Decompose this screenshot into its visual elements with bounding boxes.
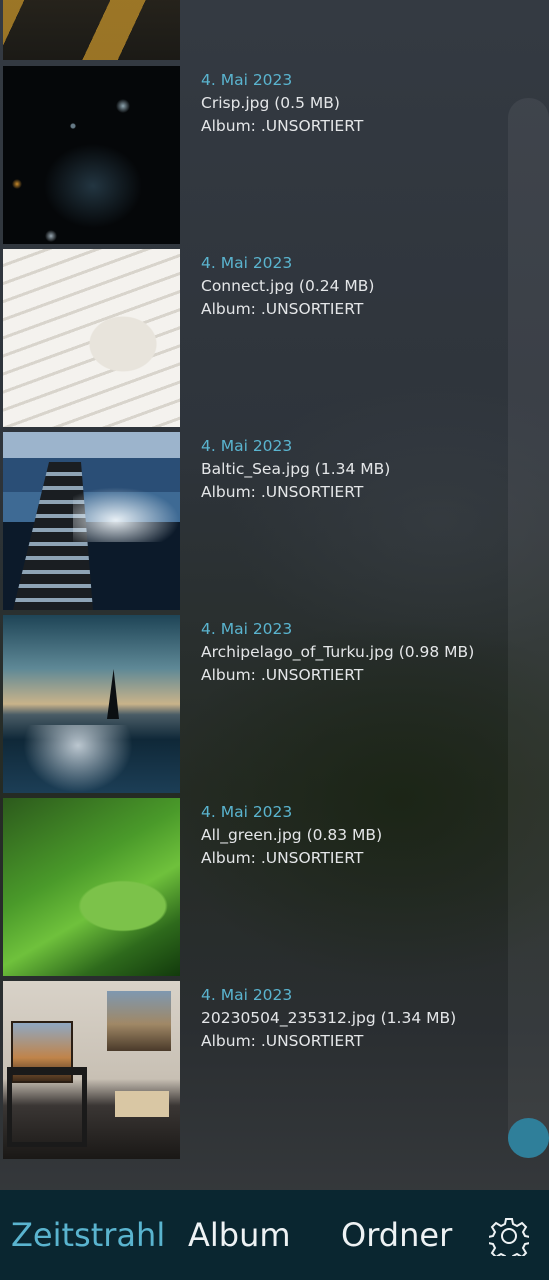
list-item[interactable]: 4. Mai 2023 All_green.jpg (0.83 MB) Albu… <box>0 798 549 976</box>
photo-timeline-list[interactable]: 4. Mai 2023 Crisp.jpg (0.5 MB) Album: .U… <box>0 0 549 1190</box>
scrollbar-handle[interactable] <box>508 1118 549 1158</box>
tab-album[interactable]: Album <box>188 1215 291 1255</box>
list-item[interactable]: 4. Mai 2023 Archipelago_of_Turku.jpg (0.… <box>0 615 549 793</box>
item-meta: 4. Mai 2023 Connect.jpg (0.24 MB) Album:… <box>201 252 374 321</box>
item-album: Album: .UNSORTIERT <box>201 117 364 135</box>
item-album: Album: .UNSORTIERT <box>201 300 364 318</box>
item-date: 4. Mai 2023 <box>201 620 293 638</box>
list-item[interactable]: 4. Mai 2023 Crisp.jpg (0.5 MB) Album: .U… <box>0 66 549 244</box>
thumbnail[interactable] <box>3 615 180 793</box>
item-meta: 4. Mai 2023 20230504_235312.jpg (1.34 MB… <box>201 984 456 1053</box>
thumbnail-partial[interactable] <box>3 0 180 60</box>
thumbnail[interactable] <box>3 798 180 976</box>
thumbnail-detail <box>23 725 133 793</box>
thumbnail-detail <box>115 1091 169 1117</box>
thumbnail-detail <box>73 487 180 542</box>
item-album: Album: .UNSORTIERT <box>201 849 364 867</box>
item-date: 4. Mai 2023 <box>201 437 293 455</box>
item-filename: Crisp.jpg (0.5 MB) <box>201 94 340 112</box>
gear-icon[interactable] <box>489 1216 529 1256</box>
item-album: Album: .UNSORTIERT <box>201 483 364 501</box>
list-item[interactable]: 4. Mai 2023 Connect.jpg (0.24 MB) Album:… <box>0 249 549 427</box>
item-date: 4. Mai 2023 <box>201 803 293 821</box>
item-album: Album: .UNSORTIERT <box>201 1032 364 1050</box>
item-date: 4. Mai 2023 <box>201 254 293 272</box>
item-filename: Connect.jpg (0.24 MB) <box>201 277 375 295</box>
item-filename: 20230504_235312.jpg (1.34 MB) <box>201 1009 457 1027</box>
list-item[interactable]: 4. Mai 2023 Baltic_Sea.jpg (1.34 MB) Alb… <box>0 432 549 610</box>
thumbnail[interactable] <box>3 66 180 244</box>
thumbnail-detail <box>7 1067 87 1147</box>
item-date: 4. Mai 2023 <box>201 986 293 1004</box>
thumbnail-detail <box>107 669 119 719</box>
thumbnail[interactable] <box>3 249 180 427</box>
item-date: 4. Mai 2023 <box>201 71 293 89</box>
item-filename: Archipelago_of_Turku.jpg (0.98 MB) <box>201 643 475 661</box>
item-meta: 4. Mai 2023 Crisp.jpg (0.5 MB) Album: .U… <box>201 69 363 138</box>
tab-folder[interactable]: Ordner <box>341 1215 452 1255</box>
item-meta: 4. Mai 2023 Archipelago_of_Turku.jpg (0.… <box>201 618 474 687</box>
bottom-navigation: Zeitstrahl Album Ordner <box>0 1190 549 1280</box>
item-meta: 4. Mai 2023 All_green.jpg (0.83 MB) Albu… <box>201 801 382 870</box>
thumbnail[interactable] <box>3 432 180 610</box>
thumbnail[interactable] <box>3 981 180 1159</box>
item-filename: Baltic_Sea.jpg (1.34 MB) <box>201 460 391 478</box>
list-item[interactable]: 4. Mai 2023 20230504_235312.jpg (1.34 MB… <box>0 981 549 1159</box>
tab-timeline[interactable]: Zeitstrahl <box>11 1215 165 1255</box>
thumbnail-detail <box>107 991 171 1051</box>
scrollbar-track[interactable] <box>508 98 549 1158</box>
item-meta: 4. Mai 2023 Baltic_Sea.jpg (1.34 MB) Alb… <box>201 435 390 504</box>
item-album: Album: .UNSORTIERT <box>201 666 364 684</box>
item-filename: All_green.jpg (0.83 MB) <box>201 826 383 844</box>
